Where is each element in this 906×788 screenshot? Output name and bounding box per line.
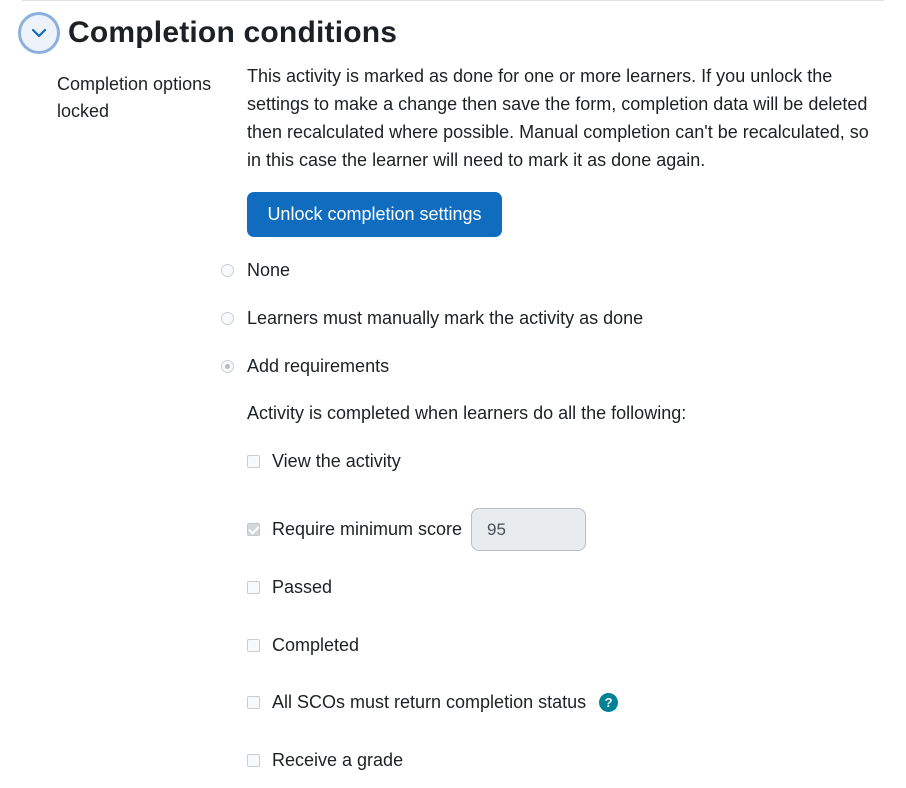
- checkbox-sco-completion-status[interactable]: [247, 695, 260, 709]
- completion-option-manual[interactable]: Learners must manually mark the activity…: [221, 306, 643, 330]
- section-title: Completion conditions: [68, 16, 398, 49]
- checkbox-label: Completed: [272, 634, 360, 655]
- radio-label: Learners must manually mark the activity…: [247, 307, 644, 328]
- radio-add-requirements[interactable]: [221, 359, 234, 373]
- checkbox-label: Passed: [272, 576, 333, 597]
- unlock-completion-settings-button[interactable]: Unlock completion settings: [247, 192, 502, 237]
- requirement-min-score[interactable]: Require minimum score: [247, 517, 462, 541]
- completion-option-none[interactable]: None: [221, 258, 290, 282]
- checkbox-passed[interactable]: [247, 580, 260, 594]
- min-score-input[interactable]: [471, 508, 586, 551]
- completion-locked-label: Completion options locked: [57, 74, 212, 121]
- completion-option-add-requirements[interactable]: Add requirements: [221, 354, 389, 378]
- collapse-toggle-button[interactable]: [18, 12, 60, 54]
- help-icon[interactable]: ?: [599, 692, 619, 712]
- checkbox-label: View the activity: [272, 450, 401, 471]
- requirement-sco-status[interactable]: All SCOs must return completion status ?: [247, 690, 619, 714]
- requirements-intro: Activity is completed when learners do a…: [247, 403, 687, 423]
- section-header: Completion conditions: [18, 10, 397, 56]
- checkbox-receive-grade[interactable]: [247, 753, 260, 767]
- requirement-passed[interactable]: Passed: [247, 575, 332, 599]
- requirement-view[interactable]: View the activity: [247, 449, 401, 473]
- radio-none[interactable]: [221, 263, 234, 277]
- checkbox-view-activity[interactable]: [247, 454, 260, 468]
- radio-label: Add requirements: [247, 355, 390, 376]
- chevron-down-icon: [31, 28, 47, 38]
- checkbox-label: All SCOs must return completion status: [272, 691, 587, 712]
- section-divider: [22, 0, 884, 1]
- checkbox-completed[interactable]: [247, 638, 260, 652]
- checkbox-require-min-score[interactable]: [247, 522, 260, 536]
- checkbox-label: Require minimum score: [272, 518, 463, 539]
- locked-explanation: This activity is marked as done for one …: [247, 66, 869, 170]
- radio-label: None: [247, 259, 291, 280]
- requirement-completed[interactable]: Completed: [247, 633, 359, 657]
- radio-manual[interactable]: [221, 311, 234, 325]
- checkbox-label: Receive a grade: [272, 749, 404, 770]
- requirement-receive-grade[interactable]: Receive a grade: [247, 748, 403, 772]
